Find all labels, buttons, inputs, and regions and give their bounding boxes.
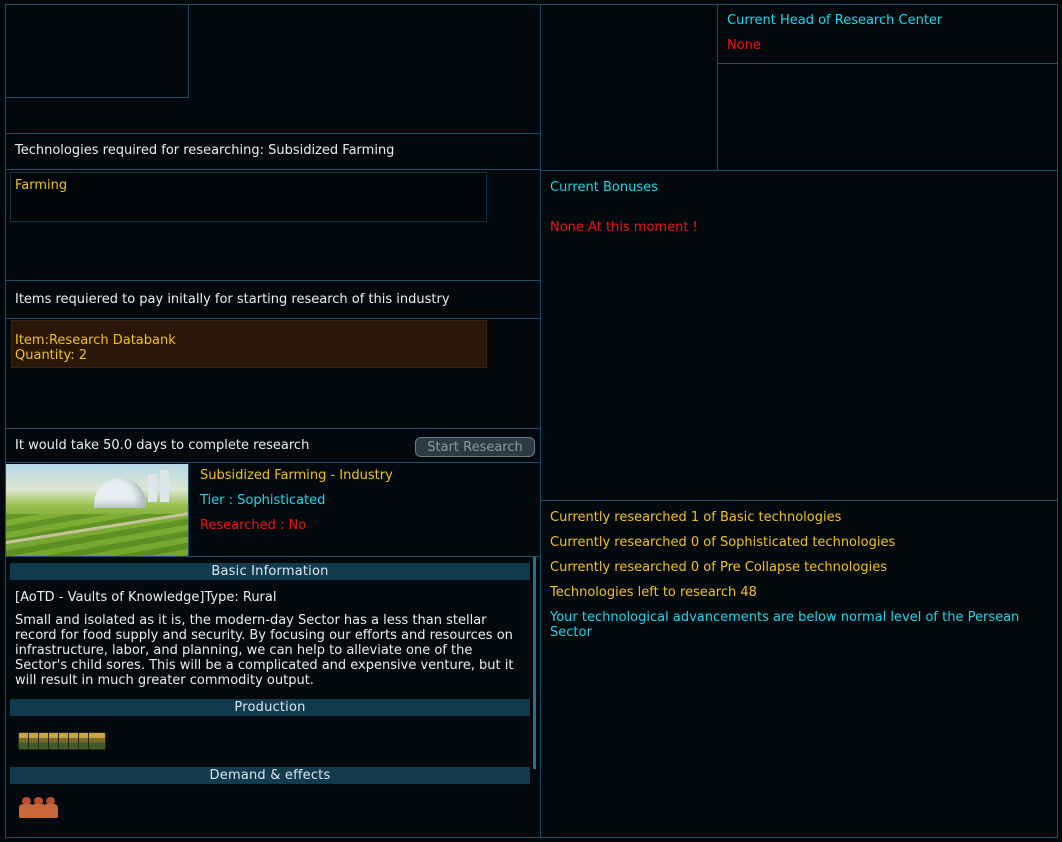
industry-type-line: [AoTD - Vaults of Knowledge]Type: Rural — [15, 590, 277, 605]
divider — [5, 280, 541, 281]
divider — [5, 133, 541, 134]
divider — [540, 500, 1058, 501]
required-tech-item: Farming — [15, 178, 68, 193]
demand-effects-header: Demand & effects — [10, 767, 530, 784]
info-scrollbar[interactable] — [533, 557, 536, 769]
right-panel — [540, 4, 1058, 838]
tech-level-warning: Your technological advancements are belo… — [550, 610, 1020, 640]
demand-icons — [18, 797, 58, 819]
tech-tier: Tier : Sophisticated — [200, 493, 326, 508]
divider — [188, 462, 189, 556]
current-bonuses-value: None At this moment ! — [550, 220, 698, 235]
basic-information-header: Basic Information — [10, 563, 530, 580]
divider — [717, 63, 1058, 64]
current-bonuses-label: Current Bonuses — [550, 180, 658, 195]
industry-thumbnail — [6, 464, 188, 556]
tech-name: Subsidized Farming - Industry — [200, 468, 393, 483]
divider — [5, 462, 541, 463]
research-time-text: It would take 50.0 days to complete rese… — [15, 438, 310, 453]
left-top-image-slot — [5, 4, 189, 98]
production-header: Production — [10, 699, 530, 716]
sophisticated-tech-count: Currently researched 0 of Sophisticated … — [550, 535, 896, 550]
start-research-button[interactable]: Start Research — [415, 437, 535, 457]
head-of-research-label: Current Head of Research Center — [727, 13, 943, 28]
divider — [540, 170, 1058, 171]
required-item-name: Item:Research Databank — [15, 333, 176, 348]
divider — [5, 428, 541, 429]
required-item-quantity: Quantity: 2 — [15, 348, 88, 363]
food-crate-icon — [88, 732, 106, 750]
divider — [717, 4, 718, 170]
required-tech-header: Technologies required for researching: S… — [15, 143, 395, 158]
divider — [5, 318, 541, 319]
required-tech-box — [10, 172, 487, 222]
required-items-header: Items requiered to pay initally for star… — [15, 292, 450, 307]
precollapse-tech-count: Currently researched 0 of Pre Collapse t… — [550, 560, 888, 575]
crew-icon — [42, 797, 58, 819]
production-icons — [18, 732, 106, 750]
basic-tech-count: Currently researched 1 of Basic technolo… — [550, 510, 842, 525]
tech-researched-status: Researched : No — [200, 518, 307, 533]
head-of-research-value: None — [727, 38, 761, 53]
divider — [5, 169, 541, 170]
techs-left-count: Technologies left to research 48 — [550, 585, 757, 600]
industry-description: Small and isolated as it is, the modern-… — [15, 613, 514, 688]
divider — [5, 556, 541, 557]
